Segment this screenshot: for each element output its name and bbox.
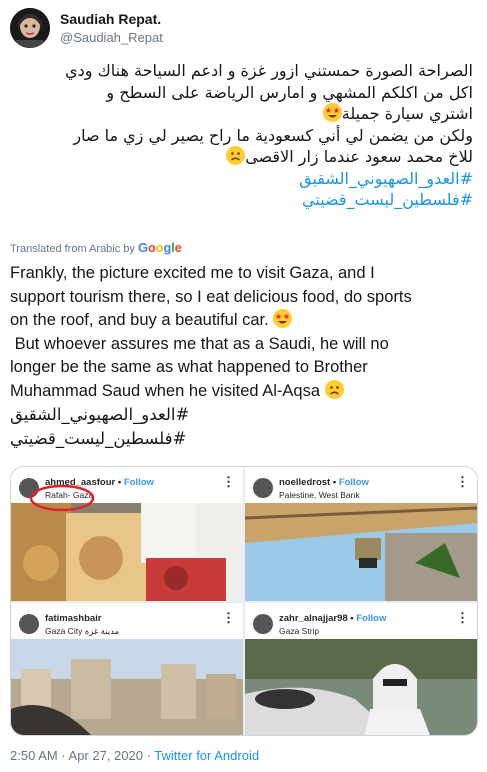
hashtag-link[interactable]: #فلسطين_ليست_قضيتي <box>13 189 473 211</box>
translation-hashtag[interactable]: العدو_الصهيوني_الشقيق# <box>10 403 478 427</box>
hashtag-link[interactable]: #العدو_الصهيوني_الشقيق <box>13 168 473 190</box>
instagram-post: fatimashbair Gaza City مدينة غزة ⋮ <box>11 603 243 735</box>
tweet-footer: 2:50 AM · Apr 27, 2020 · Twitter for And… <box>10 748 259 763</box>
tweet-header: Saudiah Repat. @Saudiah_Repat <box>10 8 477 48</box>
more-options-icon: ⋮ <box>222 610 235 625</box>
follow-text: Follow <box>356 613 387 624</box>
avatar <box>19 614 39 634</box>
instagram-post: noelledrost • Follow Palestine, West Ban… <box>245 467 477 601</box>
more-options-icon: ⋮ <box>222 474 235 489</box>
arabic-line: للاخ محمد سعود عندما زار الاقصى <box>13 146 473 168</box>
post-location: Palestine, West Bank <box>279 490 360 500</box>
post-username: noelledrost • Follow <box>279 477 369 488</box>
city-image <box>11 639 243 735</box>
arabic-line: ولكن من يضمن لي أني كسعودية ما راح يصير … <box>73 125 473 145</box>
translation-line-text: on the roof, and buy a beautiful car. <box>10 311 269 329</box>
translation-line: Muhammad Saud when he visited Al-Aqsa <box>10 379 478 404</box>
rooftop-image <box>245 503 477 601</box>
translation-line: longer be the same as what happened to B… <box>10 358 368 376</box>
frowning-face-emoji-icon <box>226 146 246 165</box>
google-logo[interactable]: Google <box>138 240 182 255</box>
translation-line: on the roof, and buy a beautiful car. <box>10 309 478 333</box>
translation-line-text: Muhammad Saud when he visited Al-Aqsa <box>10 381 321 400</box>
arabic-line: اكل من اكلكم المشهي و امارس الرياضة على … <box>106 82 473 102</box>
arabic-line: الصراحة الصورة حمستني ازور غزة و ادعم ال… <box>65 61 473 80</box>
post-location: Gaza City مدينة غزة <box>45 626 120 636</box>
translation-hashtag[interactable]: فلسطين_ليست_قضيتي# <box>10 427 478 451</box>
post-username: zahr_alnajjar98 • Follow <box>279 613 387 624</box>
more-options-icon: ⋮ <box>456 610 469 625</box>
tweet-photo[interactable]: ahmed_aasfour • Follow Rafah- Gaza ⋮ noe… <box>10 466 478 736</box>
more-options-icon: ⋮ <box>456 474 469 489</box>
follow-text: Follow <box>123 477 154 488</box>
instagram-post: zahr_alnajjar98 • Follow Gaza Strip ⋮ <box>245 603 477 735</box>
frowning-face-emoji-icon <box>324 379 344 399</box>
translation-line: But whoever assures me that as a Saudi, … <box>10 334 389 353</box>
timestamp[interactable]: 2:50 AM · Apr 27, 2020 · <box>10 748 154 763</box>
instagram-post: ahmed_aasfour • Follow Rafah- Gaza ⋮ <box>11 467 243 601</box>
star-struck-emoji-icon <box>273 309 293 328</box>
translated-label: Translated from Arabic by <box>10 243 135 255</box>
avatar <box>253 478 273 498</box>
post-location: Gaza Strip <box>279 626 320 636</box>
post-username: fatimashbair <box>45 613 102 624</box>
arabic-line: اشتري سيارة جميلة <box>13 103 473 125</box>
english-translation: Frankly, the picture excited me to visit… <box>10 262 478 450</box>
avatar <box>253 614 273 634</box>
translation-line: Frankly, the picture excited me to visit… <box>10 264 375 282</box>
food-image <box>11 503 243 601</box>
source-link[interactable]: Twitter for Android <box>154 748 259 763</box>
arabic-line-text: اشتري سيارة جميلة <box>341 104 473 123</box>
username-text: zahr_alnajjar98 <box>279 613 348 624</box>
user-handle[interactable]: @Saudiah_Repat <box>60 30 163 45</box>
avatar[interactable] <box>10 8 50 48</box>
follow-text: Follow <box>338 477 369 488</box>
display-name[interactable]: Saudiah Repat. <box>60 11 161 27</box>
arabic-text: الصراحة الصورة حمستني ازور غزة و ادعم ال… <box>13 60 473 211</box>
red-circle-annotation <box>29 484 95 512</box>
username-text: noelledrost <box>279 477 331 488</box>
translation-line: support tourism there, so I eat deliciou… <box>10 287 412 306</box>
arabic-line-text: للاخ محمد سعود عندما زار الاقصى <box>245 147 473 166</box>
car-image <box>245 639 477 735</box>
star-struck-emoji-icon <box>322 103 342 122</box>
translation-attribution: Translated from Arabic by Google <box>10 240 182 255</box>
